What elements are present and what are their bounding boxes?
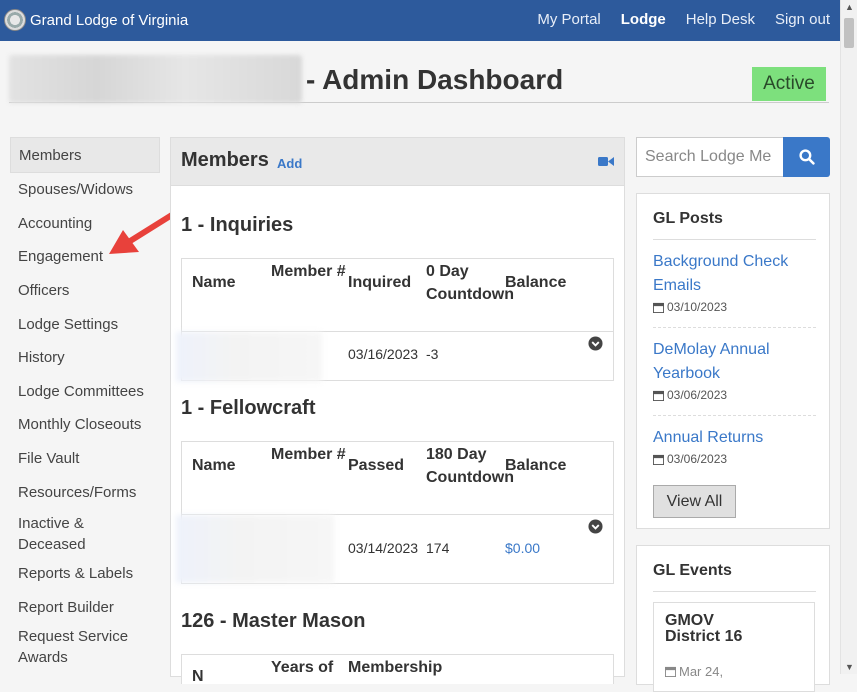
nav-links: My Portal Lodge Help Desk Sign out <box>517 11 830 28</box>
view-all-button[interactable]: View All <box>653 485 736 518</box>
add-member-link[interactable]: Add <box>277 156 302 171</box>
post-link[interactable]: DeMolay Annual Yearbook <box>653 338 813 386</box>
inquiries-table: Name Member # Inquired 0 Day Countdown B… <box>176 258 614 382</box>
chevron-down-icon[interactable] <box>588 336 603 351</box>
calendar-icon <box>653 454 664 465</box>
section-title-inquiries: 1 - Inquiries <box>181 214 294 236</box>
chevron-down-icon[interactable] <box>588 519 603 534</box>
sidebar-item-reports-labels[interactable]: Reports & Labels <box>10 557 160 591</box>
sidebar-item-inactive-deceased[interactable]: Inactive & Deceased <box>10 509 110 557</box>
master-mason-table: N Years of Membership <box>181 654 614 685</box>
post-link[interactable]: Annual Returns <box>653 426 813 450</box>
redacted-lodge-name <box>9 55 302 103</box>
gl-events-title: GL Events <box>653 562 732 579</box>
gl-events-card: GL Events GMOV District 16 Mar 24, <box>636 545 830 692</box>
sidebar-item-report-builder[interactable]: Report Builder <box>10 591 160 625</box>
col-name: N <box>192 668 204 685</box>
post-date: 03/06/2023 <box>653 452 727 466</box>
sidebar-item-officers[interactable]: Officers <box>10 274 160 308</box>
balance-value[interactable]: $0.00 <box>505 540 540 556</box>
calendar-icon <box>665 666 676 677</box>
col-membership: Membership <box>348 659 443 676</box>
col-passed: Passed <box>348 457 405 474</box>
col-years-of: Years of <box>271 659 334 676</box>
event-date-text: Mar 24, <box>679 664 724 679</box>
brand[interactable]: Grand Lodge of Virginia <box>4 9 188 31</box>
post-date-text: 03/06/2023 <box>667 452 728 466</box>
countdown-value: -3 <box>426 346 439 362</box>
post-date-text: 03/10/2023 <box>667 300 728 314</box>
table-header: Name Member # Passed 180 Day Countdown B… <box>182 442 613 515</box>
members-panel: Members Add 1 - Inquiries Name Member # … <box>170 137 625 685</box>
members-panel-header: Members Add <box>171 138 624 186</box>
sidebar-item-history[interactable]: History <box>10 341 160 375</box>
search-icon <box>799 149 815 165</box>
inquired-date: 03/16/2023 <box>348 346 419 362</box>
brand-name: Grand Lodge of Virginia <box>30 11 189 29</box>
sidebar-item-resources-forms[interactable]: Resources/Forms <box>10 475 160 509</box>
status-badge: Active <box>752 67 826 101</box>
col-balance: Balance <box>505 274 567 291</box>
nav-sign-out[interactable]: Sign out <box>775 11 830 28</box>
table-row[interactable]: 03/16/2023 -3 <box>176 332 613 382</box>
event-date: Mar 24, <box>665 664 723 679</box>
page-title: - Admin Dashboard <box>306 64 564 95</box>
sidebar-item-request-service-awards[interactable]: Request Service Awards <box>10 624 140 672</box>
table-header: Name Member # Inquired 0 Day Countdown B… <box>182 259 613 332</box>
sidebar-item-monthly-closeouts[interactable]: Monthly Closeouts <box>10 408 160 442</box>
section-title-fellowcraft: 1 - Fellowcraft <box>181 397 316 419</box>
scroll-thumb[interactable] <box>844 18 854 48</box>
search-button[interactable] <box>783 137 830 177</box>
sidebar-item-members[interactable]: Members <box>10 137 160 173</box>
event-item[interactable]: GMOV District 16 Mar 24, <box>653 602 815 692</box>
nav-help-desk[interactable]: Help Desk <box>686 11 755 28</box>
video-camera-icon[interactable] <box>598 156 614 167</box>
divider <box>653 591 816 592</box>
col-member-number: Member # <box>271 446 346 463</box>
post-date: 03/10/2023 <box>653 300 727 314</box>
section-title-master-mason: 126 - Master Mason <box>181 610 366 632</box>
scroll-down-icon[interactable]: ▼ <box>845 662 854 672</box>
nav-lodge[interactable]: Lodge <box>621 11 666 28</box>
redacted-member-info <box>176 515 334 583</box>
page-header: - Admin Dashboard Active <box>9 55 829 103</box>
calendar-icon <box>653 302 664 313</box>
scroll-up-icon[interactable]: ▲ <box>845 2 854 12</box>
members-title: Members <box>181 149 269 171</box>
countdown-value: 174 <box>426 540 450 556</box>
table-header: N Years of Membership <box>182 655 613 685</box>
passed-date: 03/14/2023 <box>348 540 419 556</box>
col-name: Name <box>192 457 236 474</box>
lodge-seal-icon <box>4 9 26 31</box>
divider <box>653 239 816 240</box>
event-title: GMOV District 16 <box>665 612 743 645</box>
divider <box>653 327 816 328</box>
post-date: 03/06/2023 <box>653 388 727 402</box>
gl-posts-card: GL Posts Background Check Emails 03/10/2… <box>636 193 830 529</box>
sidebar-item-lodge-committees[interactable]: Lodge Committees <box>10 375 160 409</box>
sidebar-item-lodge-settings[interactable]: Lodge Settings <box>10 307 160 341</box>
post-link[interactable]: Background Check Emails <box>653 250 813 298</box>
col-balance: Balance <box>505 457 567 474</box>
redacted-member-info <box>176 332 322 382</box>
col-member-number: Member # <box>271 263 346 280</box>
calendar-icon <box>653 390 664 401</box>
divider <box>653 415 816 416</box>
col-inquired: Inquired <box>348 274 412 291</box>
fellowcraft-table: Name Member # Passed 180 Day Countdown B… <box>176 441 614 584</box>
sidebar-item-file-vault[interactable]: File Vault <box>10 442 160 476</box>
page-scrollbar[interactable]: ▲ ▼ <box>840 0 857 674</box>
col-name: Name <box>192 274 236 291</box>
gl-posts-title: GL Posts <box>653 210 723 227</box>
post-date-text: 03/06/2023 <box>667 388 728 402</box>
nav-my-portal[interactable]: My Portal <box>537 11 600 28</box>
table-row[interactable]: 03/14/2023 174 $0.00 <box>176 515 613 583</box>
top-navbar: Grand Lodge of Virginia My Portal Lodge … <box>0 0 840 41</box>
search-input[interactable]: Search Lodge Me <box>636 137 784 177</box>
